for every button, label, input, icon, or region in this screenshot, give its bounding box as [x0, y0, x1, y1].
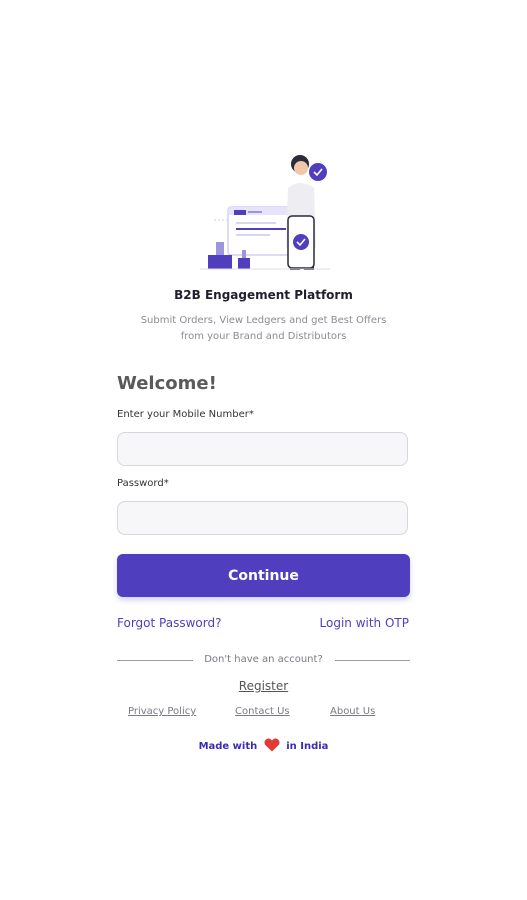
- mobile-number-label: Enter your Mobile Number*: [117, 409, 254, 420]
- contact-us-link[interactable]: Contact Us: [235, 706, 290, 717]
- brand-subtitle-line2: from your Brand and Distributors: [180, 331, 347, 342]
- password-label: Password*: [117, 478, 169, 489]
- heart-icon: [264, 738, 280, 752]
- brand-subtitle: Submit Orders, View Ledgers and get Best…: [0, 313, 527, 345]
- continue-button[interactable]: Continue: [117, 554, 410, 597]
- brand-title: B2B Engagement Platform: [174, 288, 353, 302]
- hero-illustration: [190, 150, 340, 275]
- password-input[interactable]: [117, 501, 408, 535]
- divider-line-right: [335, 660, 410, 661]
- mobile-number-input[interactable]: [117, 432, 408, 466]
- login-with-otp-link[interactable]: Login with OTP: [320, 616, 409, 630]
- register-link[interactable]: Register: [0, 679, 527, 693]
- privacy-policy-link[interactable]: Privacy Policy: [128, 706, 196, 717]
- brand-subtitle-line1: Submit Orders, View Ledgers and get Best…: [140, 315, 387, 326]
- made-with-tagline: Made with in India: [0, 738, 527, 752]
- forgot-password-link[interactable]: Forgot Password?: [117, 616, 221, 630]
- no-account-text: Don't have an account?: [204, 654, 323, 665]
- made-with-text: Made with: [198, 741, 258, 752]
- in-india-text: in India: [286, 741, 329, 752]
- welcome-heading: Welcome!: [117, 373, 217, 394]
- about-us-link[interactable]: About Us: [330, 706, 375, 717]
